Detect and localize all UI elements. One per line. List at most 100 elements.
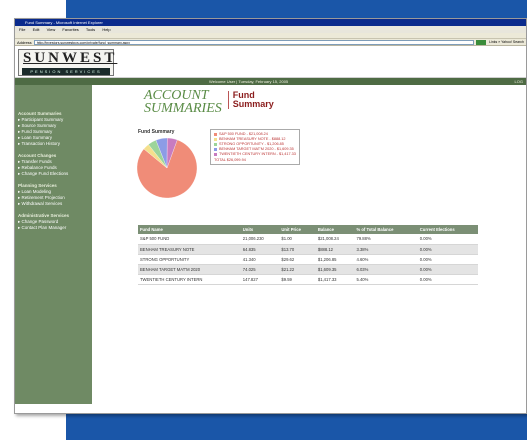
sidebar-item-label[interactable]: Loan Modeling — [22, 189, 52, 194]
welcome-text: Welcome User | Tuesday, February 15, 200… — [209, 79, 289, 84]
table-cell: 0.00% — [417, 274, 478, 285]
table-cell: 4.60% — [354, 254, 418, 265]
table-cell: $13.70 — [279, 244, 316, 255]
sidebar-item-contact-plan-manager[interactable]: ▸ Contact Plan Manager — [18, 225, 92, 231]
sidebar-item-withdrawal-services[interactable]: ▸ Withdrawal Services — [18, 201, 92, 207]
col-current-elections: Current Elections — [417, 225, 478, 234]
page-title: Fund Summary — [227, 91, 274, 109]
legend-total: TOTAL $26,099.94 — [214, 158, 246, 162]
sidebar-item-label[interactable]: Retirement Projection — [22, 195, 65, 200]
page-heading: ACCOUNT SUMMARIES Fund Summary — [144, 89, 526, 116]
section-title-line2: SUMMARIES — [144, 101, 222, 116]
sidebar-section-account-changes: Account Changes ▸ Transfer Funds ▸ Rebal… — [18, 153, 92, 177]
table-cell: 0.00% — [417, 264, 478, 275]
table-cell: 0.00% — [417, 244, 478, 255]
legend-label: TWENTIETH CENTURY INTERN - $1,417.33 — [219, 152, 296, 156]
sidebar-item-label[interactable]: Transfer Funds — [21, 159, 51, 164]
fund-table-wrap: Fund Name Units Unit Price Balance % of … — [138, 225, 478, 285]
site-banner: SUNWEST PENSION SERVICES — [15, 46, 526, 78]
sidebar-item-label[interactable]: Fund Summary — [22, 129, 53, 134]
table-cell: 41.340 — [240, 254, 280, 265]
table-cell[interactable]: BENHAM TREASURY NOTE — [138, 244, 241, 255]
table-cell: 5.40% — [354, 274, 418, 285]
address-label: Address — [17, 39, 32, 45]
sidebar-item-label[interactable]: Withdrawal Services — [22, 201, 63, 206]
menu-item-file[interactable]: File — [19, 27, 25, 32]
legend-swatch — [214, 143, 217, 146]
sidebar-section-account-summaries: Account Summaries ▸ Participant Summary … — [18, 111, 92, 147]
welcome-bar: Welcome User | Tuesday, February 15, 200… — [15, 78, 526, 85]
legend-swatch — [214, 138, 217, 141]
table-row: BENHAM TARGET MAT'M 2020 74.025 $21.22 $1,6… — [138, 264, 478, 275]
table-cell: $888.12 — [315, 244, 355, 255]
legend-swatch — [214, 148, 217, 151]
main-content: ACCOUNT SUMMARIES Fund Summary Fund Summ… — [92, 85, 526, 404]
fund-table: Fund Name Units Unit Price Balance % of … — [138, 225, 478, 285]
page-layout: Account Summaries ▸ Participant Summary … — [15, 85, 526, 404]
menu-item-edit[interactable]: Edit — [33, 27, 40, 32]
col-units: Units — [240, 225, 280, 234]
sidebar-item-label[interactable]: Change Fund Elections — [22, 171, 69, 176]
table-cell: 147.827 — [240, 274, 280, 285]
table-cell: 21,006.230 — [240, 234, 280, 245]
table-cell[interactable]: STRONG OPPORTUNITY — [138, 254, 241, 265]
section-title: ACCOUNT SUMMARIES — [144, 89, 222, 116]
links-bar[interactable]: Links » Yahoo! Search — [489, 40, 524, 44]
col-fund-name: Fund Name — [138, 225, 241, 234]
sidebar-item-label[interactable]: Transaction History — [21, 141, 60, 146]
screenshot-stage: Fund Summary - Microsoft Internet Explor… — [0, 0, 527, 440]
table-cell: 3.38% — [354, 244, 418, 255]
table-cell: 0.00% — [417, 254, 478, 265]
browser-window: Fund Summary - Microsoft Internet Explor… — [14, 18, 527, 414]
table-cell: $1,417.33 — [315, 274, 355, 285]
table-row: TWENTIETH CENTURY INTERN 147.827 $9.59 $1,4… — [138, 274, 478, 285]
table-cell: $9.59 — [279, 274, 316, 285]
col-percent-total: % of Total Balance — [354, 225, 418, 234]
sidebar-item-label[interactable]: Participant Summary — [22, 117, 64, 122]
table-header-row: Fund Name Units Unit Price Balance % of … — [138, 225, 478, 234]
menu-item-tools[interactable]: Tools — [86, 27, 95, 32]
sidebar-item-label[interactable]: Loan Summary — [22, 135, 53, 140]
table-cell: $29.62 — [279, 254, 316, 265]
chart-title: Fund Summary — [138, 129, 175, 135]
logo-wordmark: SUNWEST — [23, 50, 118, 66]
sidebar-item-change-fund-elections[interactable]: ▸ Change Fund Elections — [18, 171, 92, 177]
sidebar-item-label[interactable]: Change Password — [22, 219, 59, 224]
fund-chart: Fund Summary S&P 500 FUND - $21,008.24 BE… — [136, 129, 526, 201]
menu-item-view[interactable]: View — [47, 27, 56, 32]
sidebar-item-transaction-history[interactable]: ▸ Transaction History — [18, 141, 92, 147]
menu-bar: File Edit View Favorites Tools Help — [15, 26, 526, 33]
go-button[interactable] — [476, 39, 487, 45]
sidebar-item-label[interactable]: Source Summary — [22, 123, 57, 128]
sidebar-section-planning-services: Planning Services ▸ Loan Modeling ▸ Reti… — [18, 183, 92, 207]
menu-item-help[interactable]: Help — [102, 27, 110, 32]
sunwest-logo[interactable]: SUNWEST PENSION SERVICES — [18, 49, 114, 76]
sidebar-item-label[interactable]: Rebalance Funds — [22, 165, 57, 170]
table-cell: $1,206.85 — [315, 254, 355, 265]
table-row: STRONG OPPORTUNITY 41.340 $29.62 $1,206.85 4… — [138, 254, 478, 265]
table-cell[interactable]: BENHAM TARGET MAT'M 2020 — [138, 264, 241, 275]
col-balance: Balance — [315, 225, 355, 234]
table-cell[interactable]: S&P 500 FUND — [138, 234, 241, 245]
table-cell: $21,008.24 — [315, 234, 355, 245]
fund-pie-chart — [136, 137, 198, 199]
table-cell[interactable]: TWENTIETH CENTURY INTERN — [138, 274, 241, 285]
col-unit-price: Unit Price — [279, 225, 316, 234]
table-cell: 6.03% — [354, 264, 418, 275]
menu-item-favorites[interactable]: Favorites — [62, 27, 78, 32]
sidebar-item-label[interactable]: Contact Plan Manager — [22, 225, 67, 230]
address-input[interactable]: http://investors.sunwestpcs.com/private/… — [33, 39, 475, 45]
page-title-line2: Summary — [232, 99, 274, 109]
address-bar: Address http://investors.sunwestpcs.com/… — [15, 39, 526, 46]
window-title: Fund Summary - Microsoft Internet Explor… — [15, 19, 526, 26]
logout-link[interactable]: LOG — [515, 78, 523, 85]
legend-entry: TWENTIETH CENTURY INTERN - $1,417.33 — [214, 152, 296, 157]
legend-swatch — [214, 133, 217, 136]
table-cell: 79.88% — [354, 234, 418, 245]
table-cell: $21.22 — [279, 264, 316, 275]
chart-legend: S&P 500 FUND - $21,008.24 BENHAM TREASURY… — [210, 129, 300, 165]
table-cell: 64.835 — [240, 244, 280, 255]
logo-tagline: PENSION SERVICES — [22, 68, 110, 75]
table-cell: $1,609.35 — [315, 264, 355, 275]
sidebar-section-administrative-services: Administrative Services ▸ Change Passwor… — [18, 213, 92, 231]
